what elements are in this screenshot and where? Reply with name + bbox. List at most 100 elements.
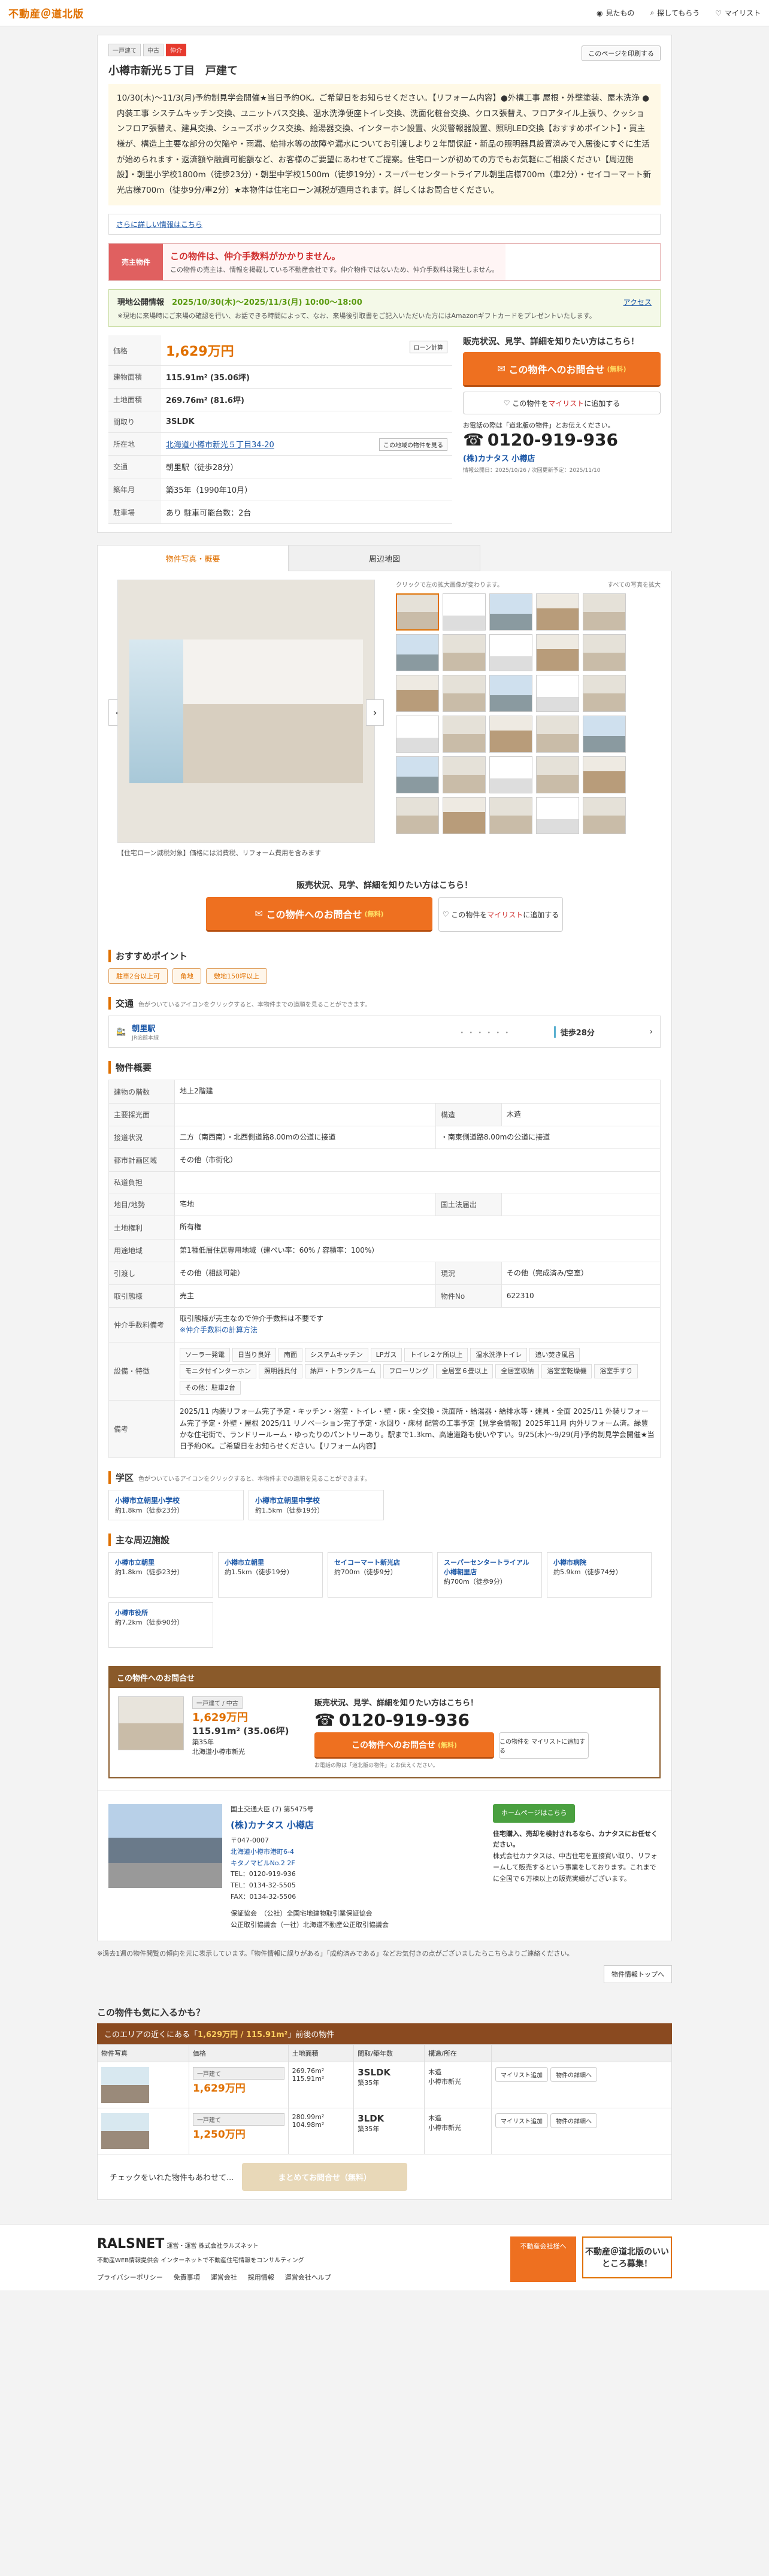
cell-location: 木造 小樽市新光 [424, 2107, 492, 2154]
next-photo-button[interactable]: › [366, 699, 384, 726]
nav-request[interactable]: ⌕ 探してもらう [650, 8, 700, 18]
similar-detail-button[interactable]: 物件の詳細へ [550, 2066, 597, 2082]
thumbnail[interactable] [443, 593, 486, 631]
thumbnail[interactable] [536, 756, 579, 794]
similar-mylist-button[interactable]: マイリスト追加 [495, 2113, 548, 2128]
similar-tag: 一戸建て [192, 2113, 284, 2126]
facility-card[interactable]: セイコーマート新光店 約700m（徒歩9分） [328, 1552, 432, 1598]
photo-caption: 【住宅ローン減税対象】価格には消費税、リフォーム費用を含みます [117, 849, 322, 857]
thumbnail[interactable] [536, 634, 579, 672]
similar-photo[interactable] [101, 2113, 149, 2149]
property-intro: 10/30(木)〜11/3(月)予約制見学会開催★当日予約OK。ご希望日をお知ら… [108, 84, 661, 206]
thumbnail[interactable] [536, 675, 579, 713]
similar-struct: 木造 [428, 2114, 442, 2122]
add-mylist-button[interactable]: ♡ この物件を マイリスト に追加する [463, 392, 661, 415]
thumbnail[interactable] [489, 675, 532, 713]
thumbnail[interactable] [583, 756, 626, 794]
table-row[interactable]: 一戸建て 1,250万円 280.99m² 104.98m² 3LDK 築35年 木造 小樽市… [97, 2107, 672, 2154]
mid-cta: 販売状況、見学、詳細を知りたい方はこちら！ ✉ この物件へのお問合せ (無料) ♡… [98, 866, 671, 940]
thumbnail[interactable] [583, 797, 626, 835]
update-info: 情報公開日：2025/10/26 / 次回更新予定：2025/11/10 [463, 468, 601, 474]
nav-mylist[interactable]: ♡ マイリスト [715, 8, 761, 18]
thumbnail[interactable] [536, 593, 579, 631]
area-search-button[interactable]: この地域の物件を見る [379, 438, 447, 451]
add-mylist-button[interactable]: この物件を マイリストに追加する [499, 1732, 589, 1759]
thumbnail[interactable] [536, 797, 579, 835]
back-to-top-button[interactable]: 物件情報トップへ [604, 1965, 672, 1983]
bulk-inquiry-button[interactable]: まとめてお問合せ（無料） [242, 2162, 408, 2191]
add-mylist-button[interactable]: ♡ この物件を マイリスト に追加する [438, 897, 563, 932]
agent-info-line[interactable]: 北海道小樽市港町6-4 [231, 1847, 485, 1858]
feedback-banner[interactable]: 不動産＠道北版のいいところ募集！ [582, 2236, 672, 2278]
facility-name: 小樽市立朝里 [225, 1559, 264, 1567]
thumbnail[interactable] [443, 675, 486, 713]
thumbnail[interactable] [489, 797, 532, 835]
loan-calc-button[interactable]: ローン計算 [409, 341, 447, 354]
footer-link[interactable]: 採用情報 [248, 2272, 274, 2282]
facility-card[interactable]: 小樽市立朝里 約1.5km（徒歩19分） [218, 1552, 323, 1598]
footer-logo[interactable]: RALSNET [97, 2236, 164, 2251]
thumbnail[interactable] [583, 675, 626, 713]
inquiry-photo [118, 1696, 184, 1751]
tel-number[interactable]: ☎ 0120-919-936 [463, 430, 661, 450]
table-row[interactable]: 一戸建て 1,629万円 269.76m² 115.91m² 3SLDK 築35年 木造 小樽… [97, 2061, 672, 2108]
thumbnail[interactable] [396, 675, 439, 713]
school-card[interactable]: 小樽市立朝里小学校 約1.8km（徒歩23分） [108, 1490, 244, 1521]
thumbnail[interactable] [489, 593, 532, 631]
thumbnail[interactable] [489, 716, 532, 753]
thumbnail[interactable] [583, 593, 626, 631]
thumbnail[interactable] [583, 716, 626, 753]
facility-card[interactable]: 小樽市病院 約5.9km（徒歩74分） [547, 1552, 652, 1598]
agent-name[interactable]: (株)カナタス 小樽店 [231, 1818, 485, 1833]
station-row[interactable]: 🚉 朝里駅 JR函館本線 ・・・・・・ 徒歩28分 › [108, 1016, 661, 1048]
footer-link[interactable]: 運営会社 [211, 2272, 237, 2282]
similar-photo[interactable] [101, 2066, 149, 2103]
thumbnail[interactable] [443, 797, 486, 835]
access-link[interactable]: アクセス [623, 297, 652, 307]
thumbnail[interactable] [443, 716, 486, 753]
inquiry-button[interactable]: ✉ この物件へのお問合せ (無料) [463, 352, 661, 387]
notice-detail: この物件の売主は、情報を掲載している不動産会社です。仲介物件ではないため、仲介手… [170, 266, 499, 274]
school-card[interactable]: 小樽市立朝里中学校 約1.5km（徒歩19分） [249, 1490, 384, 1521]
inquiry-button[interactable]: ✉ この物件へのお問合せ (無料) [206, 897, 432, 932]
print-button[interactable]: このページを印刷する [582, 46, 661, 61]
facility-card[interactable]: スーパーセンタートライアル小樽朝里店 約700m（徒歩9分） [437, 1552, 542, 1598]
address-link[interactable]: 北海道小樽市新光５丁目34-20 [166, 441, 274, 450]
facility-name: 小樽市役所 [115, 1609, 148, 1617]
footer-link[interactable]: プライバシーポリシー [97, 2272, 163, 2282]
point-badge: 角地 [172, 968, 201, 984]
more-info-link[interactable]: さらに詳しい情報はこちら [116, 220, 202, 229]
tab-map[interactable]: 周辺地図 [289, 545, 480, 572]
equipment-tag: トイレ２ケ所以上 [404, 1347, 468, 1362]
nav-viewed[interactable]: ◉ 見たもの [597, 8, 635, 18]
thumbnail[interactable] [396, 593, 439, 631]
expand-photos-button[interactable]: すべての写真を拡大 [607, 580, 661, 589]
tab-photos[interactable]: 物件写真・概要 [97, 545, 289, 572]
thumbnail[interactable] [489, 634, 532, 672]
site-logo[interactable]: 不動産＠道北版 [8, 5, 84, 20]
footer-link[interactable]: 免責事項 [174, 2272, 200, 2282]
similar-building: 104.98m² [292, 2120, 325, 2129]
equipment-tag: その他：駐車2台 [180, 1380, 241, 1395]
inquiry-button[interactable]: この物件へのお問合せ (無料) [314, 1732, 494, 1759]
footer-link[interactable]: 運営会社ヘルプ [285, 2272, 331, 2282]
thumbnail[interactable] [396, 756, 439, 794]
thumbnail[interactable] [396, 634, 439, 672]
homepage-button[interactable]: ホームページはこちら [493, 1804, 576, 1823]
thumbnail[interactable] [396, 716, 439, 753]
similar-mylist-button[interactable]: マイリスト追加 [495, 2066, 548, 2082]
thumbnail[interactable] [396, 797, 439, 835]
fee-calc-link[interactable]: ※仲介手数料の計算方法 [180, 1325, 655, 1336]
similar-detail-button[interactable]: 物件の詳細へ [550, 2113, 597, 2128]
thumbnail[interactable] [443, 756, 486, 794]
company-name[interactable]: (株)カナタス 小樽店 [463, 452, 661, 463]
thumbnail[interactable] [443, 634, 486, 672]
photo-gallery: ‹ › 【住宅ローン減税対象】価格には消費税、リフォーム費用を含みます クリック… [98, 571, 671, 866]
thumbnail[interactable] [489, 756, 532, 794]
facility-card[interactable]: 小樽市立朝里 約1.8km（徒歩23分） [108, 1552, 213, 1598]
thumbnail[interactable] [583, 634, 626, 672]
agent-info-line[interactable]: キタノマビルNo.2 2F [231, 1858, 485, 1869]
agent-info-badge[interactable]: 不動産会社様へ [510, 2236, 576, 2282]
facility-card[interactable]: 小樽市役所 約7.2km（徒歩90分） [108, 1602, 213, 1648]
thumbnail[interactable] [536, 716, 579, 753]
